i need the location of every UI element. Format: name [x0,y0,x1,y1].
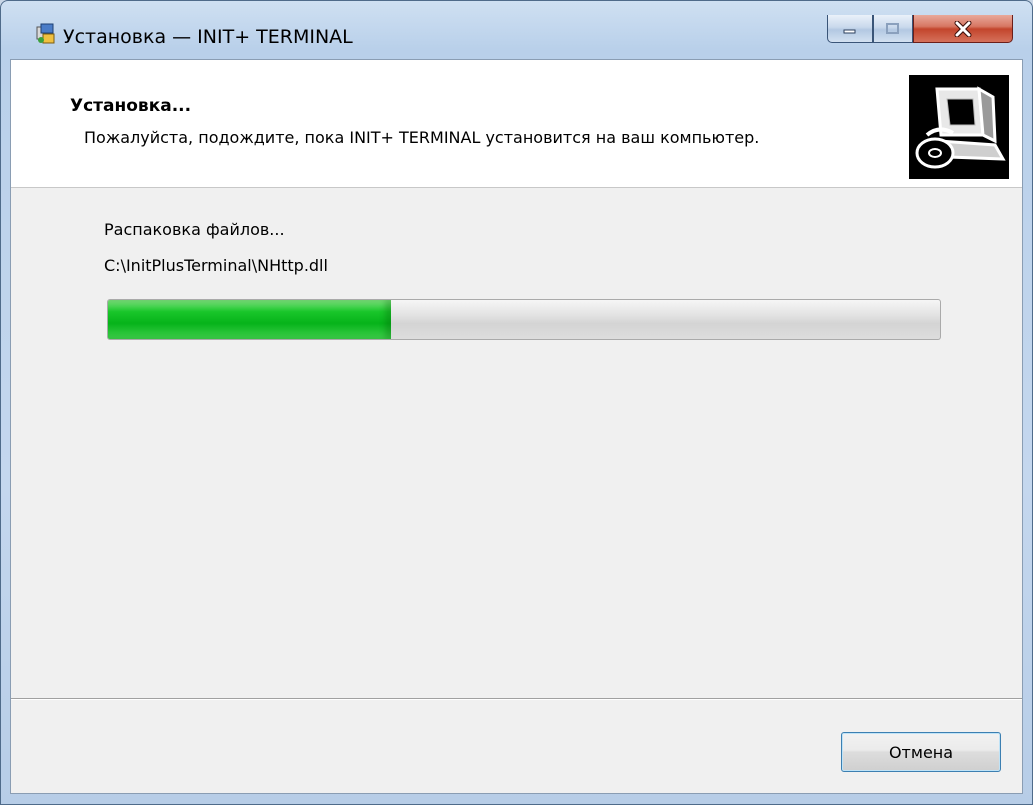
footer-separator [11,698,1022,700]
installer-computer-icon [909,75,1009,179]
close-icon [954,20,972,37]
page-description: Пожалуйста, подождите, пока INIT+ TERMIN… [84,128,760,147]
maximize-icon [886,22,899,34]
window-title: Установка — INIT+ TERMINAL [63,26,353,48]
client-area: Установка... Пожалуйста, подождите, пока… [10,59,1023,794]
installer-window: Установка — INIT+ TERMINAL Установка... … [0,0,1033,805]
maximize-button[interactable] [873,15,913,43]
progress-fill [108,300,391,339]
page-title: Установка... [70,96,192,116]
title-bar[interactable]: Установка — INIT+ TERMINAL [1,1,1032,48]
install-progress-bar [107,299,941,340]
status-text: Распаковка файлов... [104,220,285,239]
close-button[interactable] [913,15,1013,43]
minimize-icon [843,29,856,33]
page-header: Установка... Пожалуйста, подождите, пока… [11,60,1022,188]
minimize-button[interactable] [827,15,873,43]
installer-app-icon [35,23,57,45]
current-file-path: C:\InitPlusTerminal\NHttp.dll [104,256,328,275]
caption-buttons [827,15,1027,45]
cancel-button[interactable]: Отмена [841,732,1001,772]
